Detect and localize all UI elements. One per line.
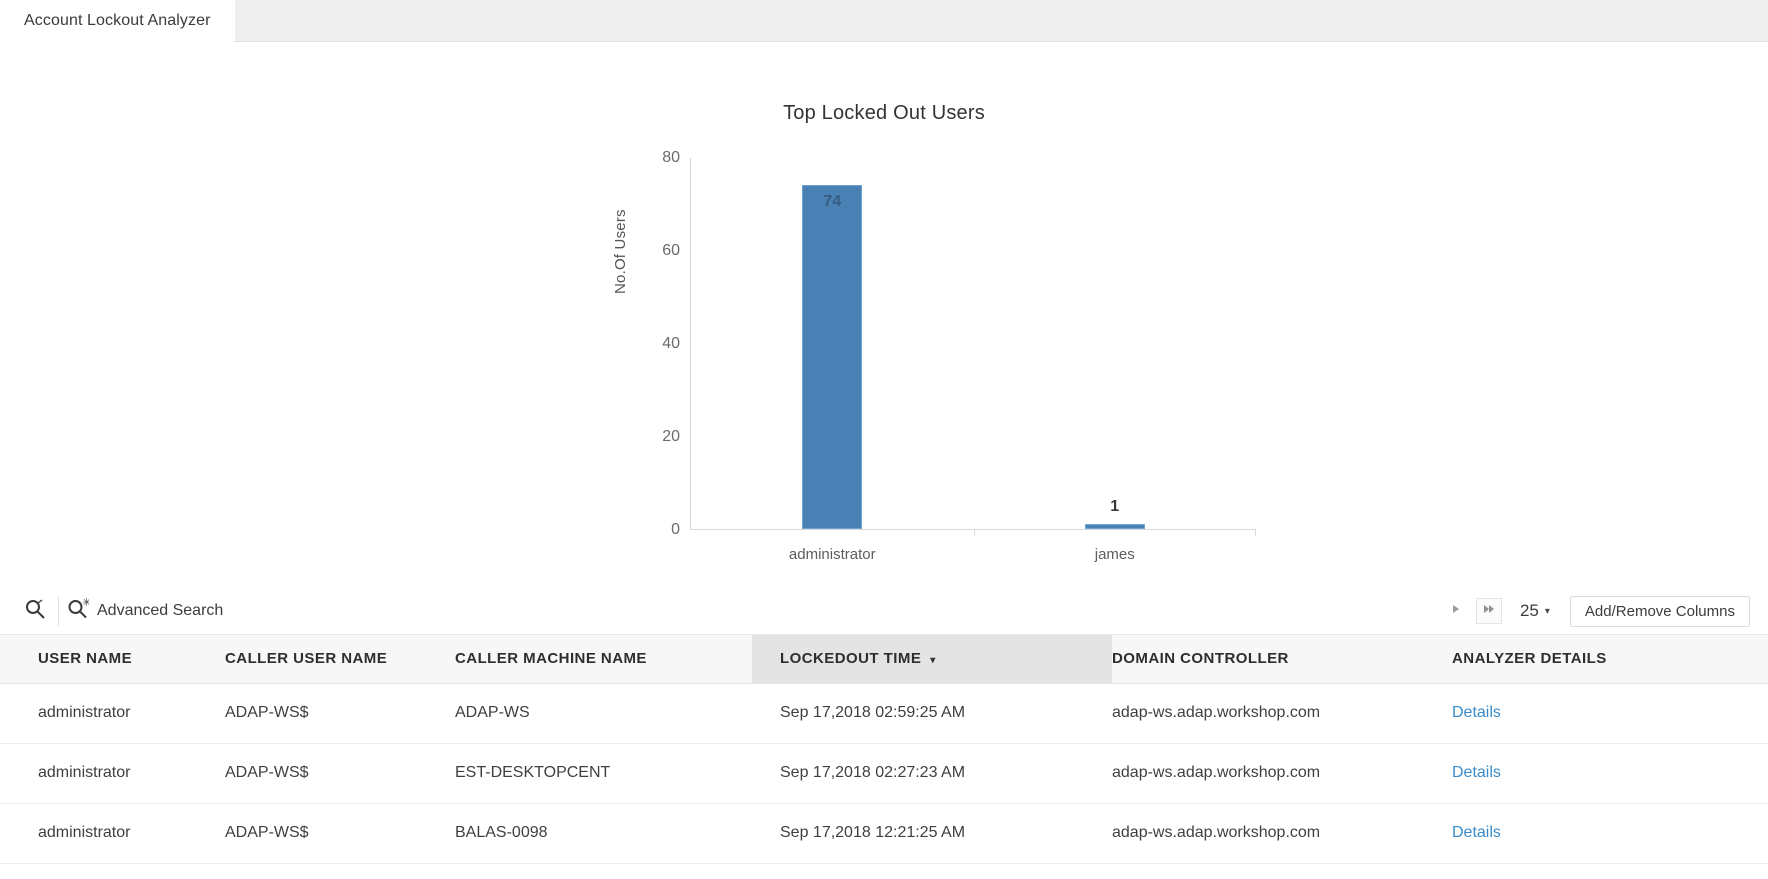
chart-y-tick-label: 0 xyxy=(671,521,680,538)
table-header-label: USER NAME xyxy=(38,650,133,668)
table-cell-lockedout_time: Sep 17,2018 02:27:23 AM xyxy=(752,743,1112,804)
details-link[interactable]: Details xyxy=(1452,824,1501,841)
table-cell-caller_machine_name: EST-DESKTOPCENT xyxy=(455,743,752,804)
play-right-icon xyxy=(1450,602,1462,620)
table-cell-caller_user_name: ADAP-WS$ xyxy=(225,803,455,864)
table-header-user_name[interactable]: USER NAME xyxy=(0,635,225,684)
cell-text: adap-ws.adap.workshop.com xyxy=(1112,704,1321,721)
cell-text: ADAP-WS$ xyxy=(225,704,309,721)
skip-forward-icon xyxy=(1482,602,1496,620)
cell-text: BALAS-0098 xyxy=(455,824,548,841)
chart-bar[interactable] xyxy=(1084,524,1145,529)
advanced-search-label: Advanced Search xyxy=(97,602,224,619)
chart-x-tick-label: james xyxy=(1094,546,1135,563)
sort-descending-icon: ▾ xyxy=(930,655,936,667)
table-header-label: ANALYZER DETAILS xyxy=(1452,650,1607,668)
cell-text: administrator xyxy=(38,704,131,721)
cell-text: Sep 17,2018 02:59:25 AM xyxy=(780,704,966,721)
cell-text: adap-ws.adap.workshop.com xyxy=(1112,824,1321,841)
chevron-down-icon: ▾ xyxy=(1544,605,1550,617)
chart-bar-value-label: 74 xyxy=(823,192,842,210)
top-locked-out-users-chart: Top Locked Out Users No.Of Users 0 20 40 60… xyxy=(0,42,1768,587)
table-header-row: USER NAME CALLER USER NAME CALLER MACHINE … xyxy=(0,635,1768,684)
table-cell-analyzer_details[interactable]: Details xyxy=(1452,743,1768,804)
add-remove-columns-button[interactable]: Add/Remove Columns xyxy=(1569,595,1750,627)
chart-y-tick-label: 40 xyxy=(662,335,680,352)
lockout-events-table: USER NAME CALLER USER NAME CALLER MACHINE … xyxy=(0,635,1768,864)
last-page-button[interactable] xyxy=(1475,598,1502,624)
table-header-label: LOCKEDOUT TIME xyxy=(780,650,922,668)
tab-account-lockout-analyzer[interactable]: Account Lockout Analyzer xyxy=(0,0,233,42)
table-header-label: CALLER MACHINE NAME xyxy=(455,650,647,668)
tab-strip: Account Lockout Analyzer xyxy=(0,0,1768,42)
table-cell-lockedout_time: Sep 17,2018 02:59:25 AM xyxy=(752,683,1112,744)
cell-text: adap-ws.adap.workshop.com xyxy=(1112,764,1321,781)
table-cell-domain_controller: adap-ws.adap.workshop.com xyxy=(1112,683,1452,744)
table-header-domain_controller[interactable]: DOMAIN CONTROLLER xyxy=(1112,635,1452,684)
table-cell-lockedout_time: Sep 17,2018 12:21:25 AM xyxy=(752,803,1112,864)
table-header-caller_user_name[interactable]: CALLER USER NAME xyxy=(225,635,455,684)
tab-strip-filler xyxy=(232,0,1768,42)
table-cell-analyzer_details[interactable]: Details xyxy=(1452,683,1768,744)
svg-text:✳: ✳ xyxy=(82,598,89,609)
table-cell-domain_controller: adap-ws.adap.workshop.com xyxy=(1112,743,1452,804)
table-cell-user_name: administrator xyxy=(0,803,225,864)
table-cell-caller_machine_name: BALAS-0098 xyxy=(455,803,752,864)
table-cell-caller_machine_name: ADAP-WS xyxy=(455,683,752,744)
chart-y-tick-label: 20 xyxy=(662,428,680,445)
cell-text: administrator xyxy=(38,764,131,781)
table-cell-user_name: administrator xyxy=(0,743,225,804)
table-header-label: DOMAIN CONTROLLER xyxy=(1112,650,1289,668)
chart-y-tick-label: 60 xyxy=(662,242,680,259)
toolbar-divider xyxy=(58,596,59,626)
grid-toolbar-right: 25 ▾ Add/Remove Columns xyxy=(1436,587,1750,635)
cell-text: ADAP-WS$ xyxy=(225,824,309,841)
chart-title: Top Locked Out Users xyxy=(783,102,985,124)
advanced-search-button[interactable]: ✳ Advanced Search xyxy=(67,597,224,625)
table-cell-domain_controller: adap-ws.adap.workshop.com xyxy=(1112,803,1452,864)
table-cell-caller_user_name: ADAP-WS$ xyxy=(225,743,455,804)
add-remove-columns-label: Add/Remove Columns xyxy=(1584,602,1735,620)
cell-text: ADAP-WS xyxy=(455,704,530,721)
table-cell-analyzer_details[interactable]: Details xyxy=(1452,803,1768,864)
page-size-dropdown[interactable]: 25 ▾ xyxy=(1520,601,1550,621)
table-header-label: CALLER USER NAME xyxy=(225,650,388,668)
chart-x-tick-label: administrator xyxy=(788,546,876,563)
table-row[interactable]: administrator ADAP-WS$ BALAS-0098 Sep 17,20… xyxy=(0,803,1768,864)
chart-bar-value-label: 1 xyxy=(1110,498,1120,515)
table-row[interactable]: administrator ADAP-WS$ EST-DESKTOPCENT Sep … xyxy=(0,743,1768,804)
tab-label: Account Lockout Analyzer xyxy=(24,12,211,29)
chart-plot-area: 74 administrator 1 james xyxy=(690,158,1256,563)
grid-toolbar-left: ✳ Advanced Search xyxy=(16,587,223,635)
grid-toolbar: ✳ Advanced Search 25 ▾ Add/Remove Column… xyxy=(0,587,1768,635)
chart-y-axis-title: No.Of Users xyxy=(612,209,629,294)
chart-x-tick-mark xyxy=(1255,529,1256,536)
table-cell-caller_user_name: ADAP-WS$ xyxy=(225,683,455,744)
details-link[interactable]: Details xyxy=(1452,704,1501,721)
table-cell-user_name: administrator xyxy=(0,683,225,744)
details-link[interactable]: Details xyxy=(1452,764,1501,781)
table-row[interactable]: administrator ADAP-WS$ ADAP-WS Sep 17,2018 … xyxy=(0,683,1768,744)
cell-text: Sep 17,2018 12:21:25 AM xyxy=(780,824,966,841)
cell-text: EST-DESKTOPCENT xyxy=(455,764,611,781)
table-header-analyzer_details[interactable]: ANALYZER DETAILS xyxy=(1452,635,1768,684)
cell-text: administrator xyxy=(38,824,131,841)
search-icon xyxy=(24,598,46,625)
chart-bar[interactable] xyxy=(802,184,863,529)
search-advanced-icon: ✳ xyxy=(67,597,91,625)
page-size-value: 25 xyxy=(1519,601,1539,620)
table-header-lockedout_time[interactable]: LOCKEDOUT TIME ▾ xyxy=(752,635,1112,684)
chart-x-tick-mark xyxy=(973,529,975,536)
table-header-caller_machine_name[interactable]: CALLER MACHINE NAME xyxy=(455,635,752,684)
cell-text: ADAP-WS$ xyxy=(225,764,309,781)
next-page-button[interactable] xyxy=(1443,598,1469,624)
cell-text: Sep 17,2018 02:27:23 AM xyxy=(780,764,966,781)
chart-y-tick-label: 80 xyxy=(662,149,680,166)
search-button[interactable] xyxy=(16,594,54,628)
